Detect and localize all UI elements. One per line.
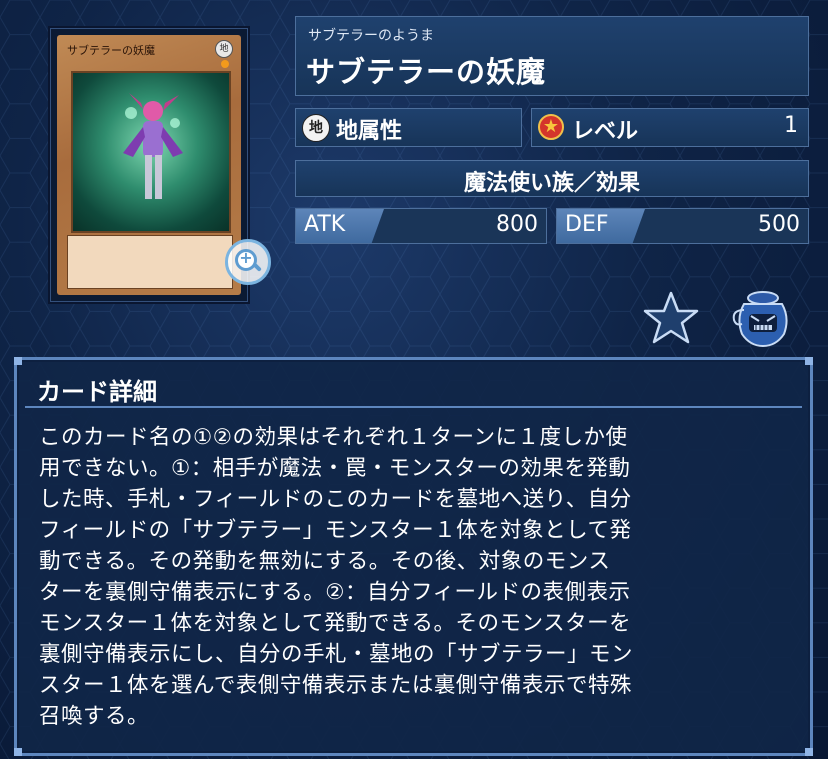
card-detail-panel: カード詳細 このカード名の①②の効果はそれぞれ１ターンに１度しか使 用できない。…: [14, 357, 813, 756]
card-face-name: サブテラーの妖魔: [67, 44, 155, 57]
effect-line: した時、手札・フィールドのこのカードを墓地へ送り、自分: [39, 487, 632, 512]
attribute-label: 地属性: [336, 119, 403, 144]
card-artwork: [71, 71, 231, 233]
favorite-button[interactable]: [642, 290, 700, 346]
effect-line: 動できる。その発動を無効にする。その後、対象のモンス: [39, 549, 611, 574]
card-face-attribute-icon: 地: [215, 40, 233, 58]
atk-label: ATK: [304, 212, 346, 237]
zoom-in-icon: [235, 248, 257, 271]
card-detail-header: カード詳細: [25, 368, 802, 408]
attribute-panel: 地 地属性: [295, 108, 522, 147]
zoom-in-button[interactable]: [225, 239, 271, 285]
monster-type: 魔法使い族／効果: [463, 171, 640, 196]
level-star-icon: ★: [538, 114, 564, 140]
effect-line: 裏側守備表示にし、自分の手札・墓地の「サブテラー」モン: [39, 642, 634, 667]
atk-value: 800: [496, 212, 538, 237]
panel-corner: [14, 357, 22, 365]
def-label: DEF: [565, 212, 609, 237]
card-text-box: [67, 235, 233, 289]
card-face-level-star-icon: [221, 60, 229, 68]
level-star-glyph: ★: [542, 116, 560, 137]
card-effect-text: このカード名の①②の効果はそれぞれ１ターンに１度しか使 用できない。①：相手が魔…: [39, 422, 791, 732]
effect-line: 用できない。①：相手が魔法・罠・モンスターの効果を発動: [39, 456, 631, 481]
card-name-ruby: サブテラーのようま: [308, 28, 434, 44]
panel-corner: [14, 748, 22, 756]
pot-button[interactable]: [730, 288, 790, 350]
card-image[interactable]: サブテラーの妖魔 地: [50, 28, 271, 302]
level-label: レベル: [572, 119, 639, 144]
effect-line: ターを裏側守備表示にする。②：自分フィールドの表側表示: [39, 580, 631, 605]
panel-corner: [805, 748, 813, 756]
zoom-handle: [252, 262, 262, 272]
card-detail-title: カード詳細: [37, 378, 157, 406]
level-panel: ★ レベル 1: [531, 108, 809, 147]
def-value: 500: [758, 212, 800, 237]
earth-attribute-icon: 地: [302, 114, 330, 142]
level-value: 1: [784, 113, 798, 138]
star-icon: [643, 291, 699, 344]
effect-line: このカード名の①②の効果はそれぞれ１ターンに１度しか使: [39, 425, 628, 450]
card-title-panel: サブテラーのようま サブテラーの妖魔: [295, 16, 809, 96]
def-panel: DEF 500: [556, 208, 809, 244]
type-panel: 魔法使い族／効果: [295, 160, 809, 197]
effect-line: スター１体を選んで表側守備表示または裏側守備表示で特殊: [39, 673, 632, 698]
card-name: サブテラーの妖魔: [306, 55, 547, 89]
pot-icon: [732, 291, 788, 348]
monster-artwork: [123, 93, 183, 199]
effect-line: フィールドの「サブテラー」モンスター１体を対象として発: [39, 518, 632, 543]
effect-line: モンスター１体を対象として発動できる。そのモンスターを: [39, 611, 632, 636]
panel-corner: [805, 357, 813, 365]
atk-panel: ATK 800: [295, 208, 547, 244]
effect-line: 召喚する。: [39, 704, 150, 729]
card-face: サブテラーの妖魔 地: [57, 35, 241, 295]
